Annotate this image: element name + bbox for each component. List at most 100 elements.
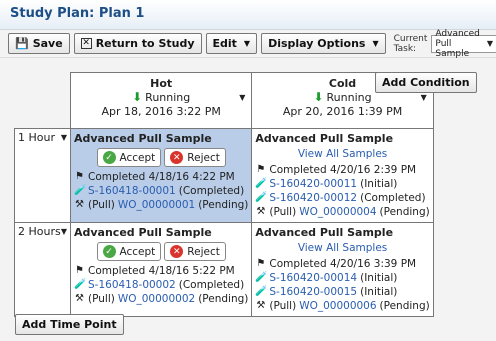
work-order-line: ⚒ (Pull) WO_00000006 (Pending) <box>255 299 429 313</box>
sample-link[interactable]: S-160418-00002 <box>88 278 176 292</box>
sample-line: 🧪 S-160420-00015 (Initial) <box>255 285 429 299</box>
work-order-state: (Pending) <box>198 199 249 211</box>
completed-line: ⚑ Completed 4/20/16 2:39 PM <box>255 163 429 177</box>
reject-button[interactable]: ✕ Reject <box>164 148 226 167</box>
work-order-link[interactable]: WO_00000006 <box>299 299 376 313</box>
work-order-state: (Pending) <box>379 206 430 218</box>
flag-icon: ⚑ <box>256 258 266 269</box>
sample-line: 🧪 S-160418-00001 (Completed) <box>74 184 248 198</box>
work-order-line: ⚒ (Pull) WO_00000004 (Pending) <box>255 205 429 219</box>
completed-line: ⚑ Completed 4/20/16 3:39 PM <box>255 257 429 271</box>
test-tube-icon: 🧪 <box>74 279 87 290</box>
view-all-samples-link[interactable]: View All Samples <box>255 148 429 160</box>
sample-state: (Completed) <box>178 279 245 291</box>
check-icon: ✓ <box>102 245 116 258</box>
flag-icon: ⚑ <box>75 265 84 276</box>
task-actions: ✓ Accept ✕ Reject <box>74 242 248 261</box>
task-actions: ✓ Accept ✕ Reject <box>74 148 248 167</box>
task-cell[interactable]: Advanced Pull Sample ✓ Accept ✕ Reject ⚑ Co… <box>69 222 253 317</box>
sample-state: (Completed) <box>360 192 426 204</box>
save-button[interactable]: 💾 Save <box>8 33 70 54</box>
title-bar: Study Plan: Plan 1 <box>0 0 496 30</box>
work-order-link[interactable]: WO_00000002 <box>118 292 195 306</box>
display-options-button[interactable]: Display Options ▼ <box>261 33 386 54</box>
sample-line: 🧪 S-160420-00011 (Initial) <box>255 177 429 191</box>
chevron-down-icon[interactable]: ▼ <box>61 133 67 142</box>
work-order-link[interactable]: WO_00000004 <box>299 205 376 219</box>
grid-corner <box>15 73 71 129</box>
add-condition-button[interactable]: Add Condition <box>375 72 477 93</box>
add-time-point-label: Add Time Point <box>22 318 117 331</box>
study-plan-grid: Hot ⬇ Running Apr 18, 2016 3:22 PM ▼ Col… <box>14 72 434 317</box>
condition-header-hot[interactable]: Hot ⬇ Running Apr 18, 2016 3:22 PM ▼ <box>69 72 253 129</box>
accept-label: Accept <box>119 245 156 258</box>
task-title: Advanced Pull Sample <box>255 132 394 145</box>
sample-link[interactable]: S-160420-00014 <box>269 271 357 285</box>
current-task-value: Advanced Pull Sample <box>435 28 480 59</box>
reject-label: Reject <box>187 245 220 258</box>
task-title: Advanced Pull Sample <box>74 132 212 145</box>
edit-menu-button[interactable]: Edit ▼ <box>205 33 258 54</box>
condition-name: Hot <box>150 77 173 90</box>
time-point-label: 2 Hours <box>18 225 61 238</box>
task-title: Advanced Pull Sample <box>74 226 212 239</box>
x-icon: ✕ <box>170 245 184 258</box>
sample-line: 🧪 S-160420-00012 (Completed) <box>255 191 429 205</box>
work-order-line: ⚒ (Pull) WO_00000001 (Pending) <box>74 198 248 212</box>
return-to-study-button[interactable]: ✕ Return to Study <box>73 33 202 54</box>
pull-prefix: (Pull) <box>269 206 297 218</box>
sample-link[interactable]: S-160420-00015 <box>269 285 357 299</box>
chevron-down-icon[interactable]: ▼ <box>239 93 245 102</box>
task-cell[interactable]: Advanced Pull Sample View All Samples ⚑ C… <box>251 222 434 317</box>
accept-button[interactable]: ✓ Accept <box>96 242 162 261</box>
task-title: Advanced Pull Sample <box>255 226 394 239</box>
sample-line: 🧪 S-160420-00014 (Initial) <box>255 271 429 285</box>
status-text: Running <box>326 90 372 104</box>
pull-prefix: (Pull) <box>88 199 115 211</box>
accept-button[interactable]: ✓ Accept <box>96 148 162 167</box>
study-plan-grid-area: Hot ⬇ Running Apr 18, 2016 3:22 PM ▼ Col… <box>0 58 496 341</box>
tools-icon: ⚒ <box>75 293 84 304</box>
completed-line: ⚑ Completed 4/18/16 4:22 PM <box>74 170 248 184</box>
work-order-link[interactable]: WO_00000001 <box>118 198 195 212</box>
work-order-state: (Pending) <box>379 300 430 312</box>
tools-icon: ⚒ <box>75 199 84 210</box>
sample-state: (Completed) <box>178 185 245 197</box>
pull-prefix: (Pull) <box>269 300 297 312</box>
status-text: Running <box>145 90 191 104</box>
view-all-samples-link[interactable]: View All Samples <box>255 242 429 254</box>
current-task-select[interactable]: Advanced Pull Sample ▼ <box>431 29 496 59</box>
sample-link[interactable]: S-160420-00011 <box>269 177 357 191</box>
condition-date: Apr 20, 2016 1:39 PM <box>282 105 403 118</box>
traffic-light-icon: ⬇ <box>132 90 143 104</box>
chevron-down-icon[interactable]: ▼ <box>421 93 427 102</box>
return-label: Return to Study <box>95 37 195 50</box>
toolbar: 💾 Save ✕ Return to Study Edit ▼ Display … <box>0 29 496 59</box>
reject-button[interactable]: ✕ Reject <box>164 242 226 261</box>
time-point-header-1-hour[interactable]: 1 Hour ▼ <box>14 128 71 223</box>
chevron-down-icon: ▼ <box>372 39 379 48</box>
test-tube-icon: 🧪 <box>74 185 87 196</box>
task-cell[interactable]: Advanced Pull Sample ✓ Accept ✕ Reject ⚑ Co… <box>69 128 253 223</box>
task-cell[interactable]: Advanced Pull Sample View All Samples ⚑ C… <box>251 128 434 223</box>
completed-line: ⚑ Completed 4/18/16 5:22 PM <box>74 264 248 278</box>
display-options-label: Display Options <box>268 37 366 50</box>
time-point-header-2-hours[interactable]: 2 Hours ▼ <box>14 222 71 317</box>
close-icon: ✕ <box>80 38 92 49</box>
pull-prefix: (Pull) <box>88 293 115 305</box>
add-time-point-button[interactable]: Add Time Point <box>15 314 124 335</box>
add-condition-label: Add Condition <box>382 76 470 89</box>
completed-text: Completed 4/20/16 2:39 PM <box>269 164 417 176</box>
time-point-label: 1 Hour <box>18 131 55 144</box>
floppy-disk-icon: 💾 <box>15 37 29 50</box>
condition-date: Apr 18, 2016 3:22 PM <box>101 105 221 118</box>
sample-link[interactable]: S-160418-00001 <box>88 184 176 198</box>
flag-icon: ⚑ <box>256 164 266 175</box>
completed-text: Completed 4/20/16 3:39 PM <box>269 258 417 270</box>
page-title: Study Plan: Plan 1 <box>10 6 145 21</box>
work-order-state: (Pending) <box>198 293 249 305</box>
chevron-down-icon[interactable]: ▼ <box>61 227 67 236</box>
test-tube-icon: 🧪 <box>255 286 268 297</box>
completed-text: Completed 4/18/16 4:22 PM <box>88 171 235 183</box>
sample-link[interactable]: S-160420-00012 <box>269 191 357 205</box>
